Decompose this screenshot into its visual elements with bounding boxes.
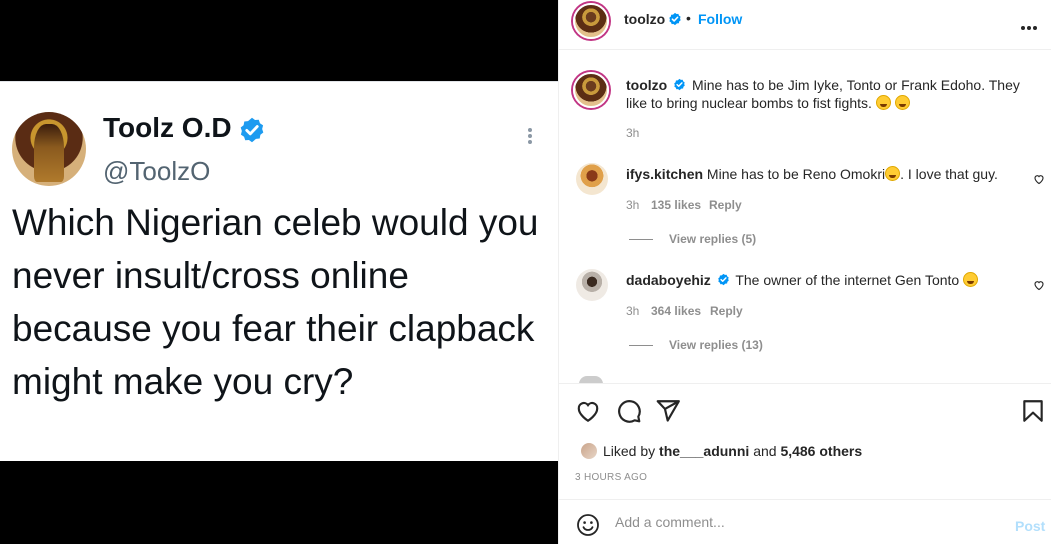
caption-avatar[interactable] — [573, 72, 609, 108]
post-panel: toolzo • Follow toolzo Mine has to be Ji… — [558, 0, 1051, 544]
laughing-emoji — [875, 95, 891, 110]
liked-by[interactable]: Liked by the___adunni and 5,486 others — [603, 443, 862, 459]
comment: dadaboyehiz The owner of the internet Ge… — [626, 272, 1006, 288]
comment-text: The owner of the internet Gen Tonto — [735, 272, 960, 288]
tweet-display-name: Toolz O.D — [103, 112, 232, 143]
header-separator: • — [686, 10, 691, 26]
comment-composer: Post — [559, 499, 1051, 544]
comment-text-tail: . I love that guy. — [900, 166, 998, 182]
comment-time: 3h — [626, 198, 640, 212]
laughing-emoji — [963, 272, 979, 287]
verified-icon — [669, 12, 681, 26]
avatar[interactable] — [573, 3, 609, 39]
post-button[interactable]: Post — [1015, 518, 1045, 534]
post-actions: Liked by the___adunni and 5,486 others 3… — [559, 383, 1051, 499]
post-header: toolzo • Follow — [559, 0, 1051, 50]
comment-avatar[interactable] — [576, 269, 608, 301]
grinning-sweat-emoji — [885, 166, 901, 181]
post-media[interactable]: Toolz O.D @ToolzO Which Nigerian celeb w… — [0, 0, 558, 544]
caption-username[interactable]: toolzo — [626, 77, 667, 93]
header-username[interactable]: toolzo — [624, 11, 665, 27]
liked-by-avatar[interactable] — [581, 443, 597, 459]
laughing-emoji — [894, 95, 910, 110]
caption: toolzo Mine has to be Jim Iyke, Tonto or… — [626, 76, 1026, 112]
comment-username[interactable]: dadaboyehiz — [626, 272, 711, 288]
caption-time: 3h — [626, 126, 640, 140]
comment: ifys.kitchen Mine has to be Reno Omokri.… — [626, 166, 1006, 182]
follow-button[interactable]: Follow — [698, 11, 742, 27]
bookmark-icon[interactable] — [1020, 398, 1046, 424]
verified-icon — [240, 117, 264, 143]
comment-avatar[interactable] — [576, 163, 608, 195]
emoji-icon[interactable] — [576, 513, 600, 537]
liked-by-others[interactable]: 5,486 others — [780, 443, 862, 459]
comment-text: Mine has to be Reno Omokri — [706, 166, 886, 182]
view-replies-button[interactable]: View replies (5) — [669, 232, 756, 246]
instagram-post-view: Toolz O.D @ToolzO Which Nigerian celeb w… — [0, 0, 1051, 544]
more-icon[interactable] — [1021, 17, 1041, 30]
reply-button[interactable]: Reply — [710, 304, 743, 318]
reply-button[interactable]: Reply — [709, 198, 742, 212]
more-icon — [520, 126, 540, 146]
comment-likes[interactable]: 364 likes — [651, 304, 701, 318]
view-replies-button[interactable]: View replies (13) — [669, 338, 763, 352]
tweet-text: Which Nigerian celeb would you never ins… — [12, 202, 539, 402]
post-timestamp: 3 HOURS AGO — [575, 472, 648, 483]
comment-time: 3h — [626, 304, 640, 318]
comment-username[interactable]: ifys.kitchen — [626, 166, 703, 182]
tweet-handle: @ToolzO — [103, 156, 211, 186]
share-icon[interactable] — [655, 398, 681, 424]
tweet-avatar — [12, 112, 86, 186]
divider — [629, 345, 653, 346]
comment-likes[interactable]: 135 likes — [651, 198, 701, 212]
comment-input[interactable] — [615, 512, 995, 532]
divider — [629, 239, 653, 240]
heart-icon[interactable] — [1033, 279, 1045, 291]
heart-icon[interactable] — [575, 398, 601, 424]
verified-icon — [674, 78, 685, 91]
comment-icon[interactable] — [616, 398, 642, 424]
tweet-card: Toolz O.D @ToolzO Which Nigerian celeb w… — [0, 81, 558, 461]
heart-icon[interactable] — [1033, 173, 1045, 185]
liked-by-user[interactable]: the___adunni — [659, 443, 749, 459]
verified-icon — [717, 273, 729, 286]
